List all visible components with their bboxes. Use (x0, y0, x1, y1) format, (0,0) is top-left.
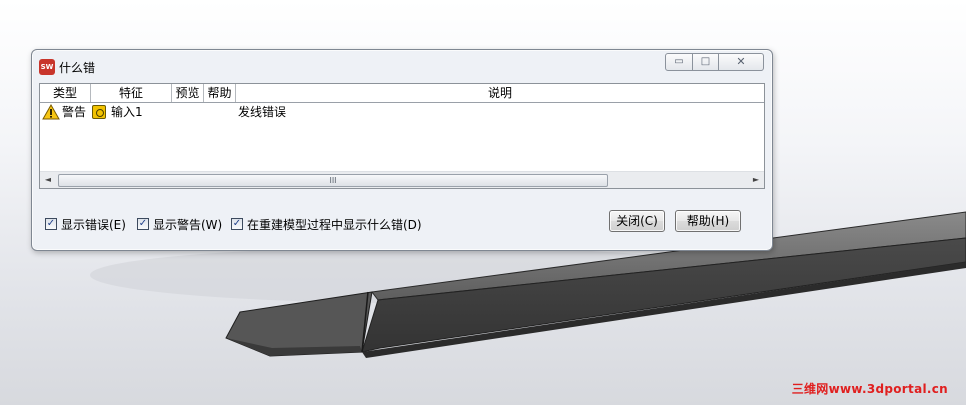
scroll-right-arrow-icon[interactable]: ► (748, 172, 764, 188)
list-header: 类型 特征 预览 帮助 说明 (40, 84, 764, 103)
column-header-preview[interactable]: 预览 (172, 84, 204, 102)
checkbox-checkmark-icon[interactable]: ✓ (45, 218, 57, 230)
window-title: 什么错 (59, 61, 96, 75)
list-item[interactable]: 警告 输入1 发线错误 (40, 103, 764, 121)
row-type: 警告 (62, 105, 87, 119)
checkbox-checkmark-icon[interactable]: ✓ (137, 218, 149, 230)
solidworks-app-icon: SW (39, 59, 55, 75)
warning-icon (42, 104, 60, 120)
horizontal-scrollbar[interactable]: ◄ III ► (40, 171, 764, 188)
maximize-button[interactable]: □ (692, 53, 719, 71)
column-header-description[interactable]: 说明 (236, 84, 764, 102)
column-header-help[interactable]: 帮助 (204, 84, 236, 102)
feature-icon (92, 105, 106, 119)
row-description: 发线错误 (238, 105, 287, 119)
error-list[interactable]: 类型 特征 预览 帮助 说明 警告 输入1 发线错误 ◄ III ► (39, 83, 765, 189)
watermark-text: 三维网www.3dportal.cn (791, 382, 948, 396)
what-is-wrong-dialog: SW 什么错 ▭ □ ✕ 类型 特征 预览 帮助 说明 警告 输入1 发线错误 (31, 49, 773, 251)
help-button[interactable]: 帮助(H) (675, 210, 741, 232)
show-errors-label: 显示错误(E) (61, 218, 126, 232)
show-warnings-label: 显示警告(W) (153, 218, 223, 232)
column-header-type[interactable]: 类型 (40, 84, 91, 102)
scroll-thumb[interactable]: III (58, 174, 608, 187)
close-button[interactable]: 关闭(C) (609, 210, 665, 232)
show-during-rebuild-label: 在重建模型过程中显示什么错(D) (247, 218, 422, 232)
window-close-button[interactable]: ✕ (718, 53, 764, 71)
checkbox-checkmark-icon[interactable]: ✓ (231, 218, 243, 230)
column-header-feature[interactable]: 特征 (91, 84, 172, 102)
row-feature: 输入1 (111, 105, 143, 119)
minimize-button[interactable]: ▭ (665, 53, 693, 71)
scroll-left-arrow-icon[interactable]: ◄ (40, 172, 56, 188)
title-bar[interactable]: SW 什么错 ▭ □ ✕ (32, 50, 772, 78)
